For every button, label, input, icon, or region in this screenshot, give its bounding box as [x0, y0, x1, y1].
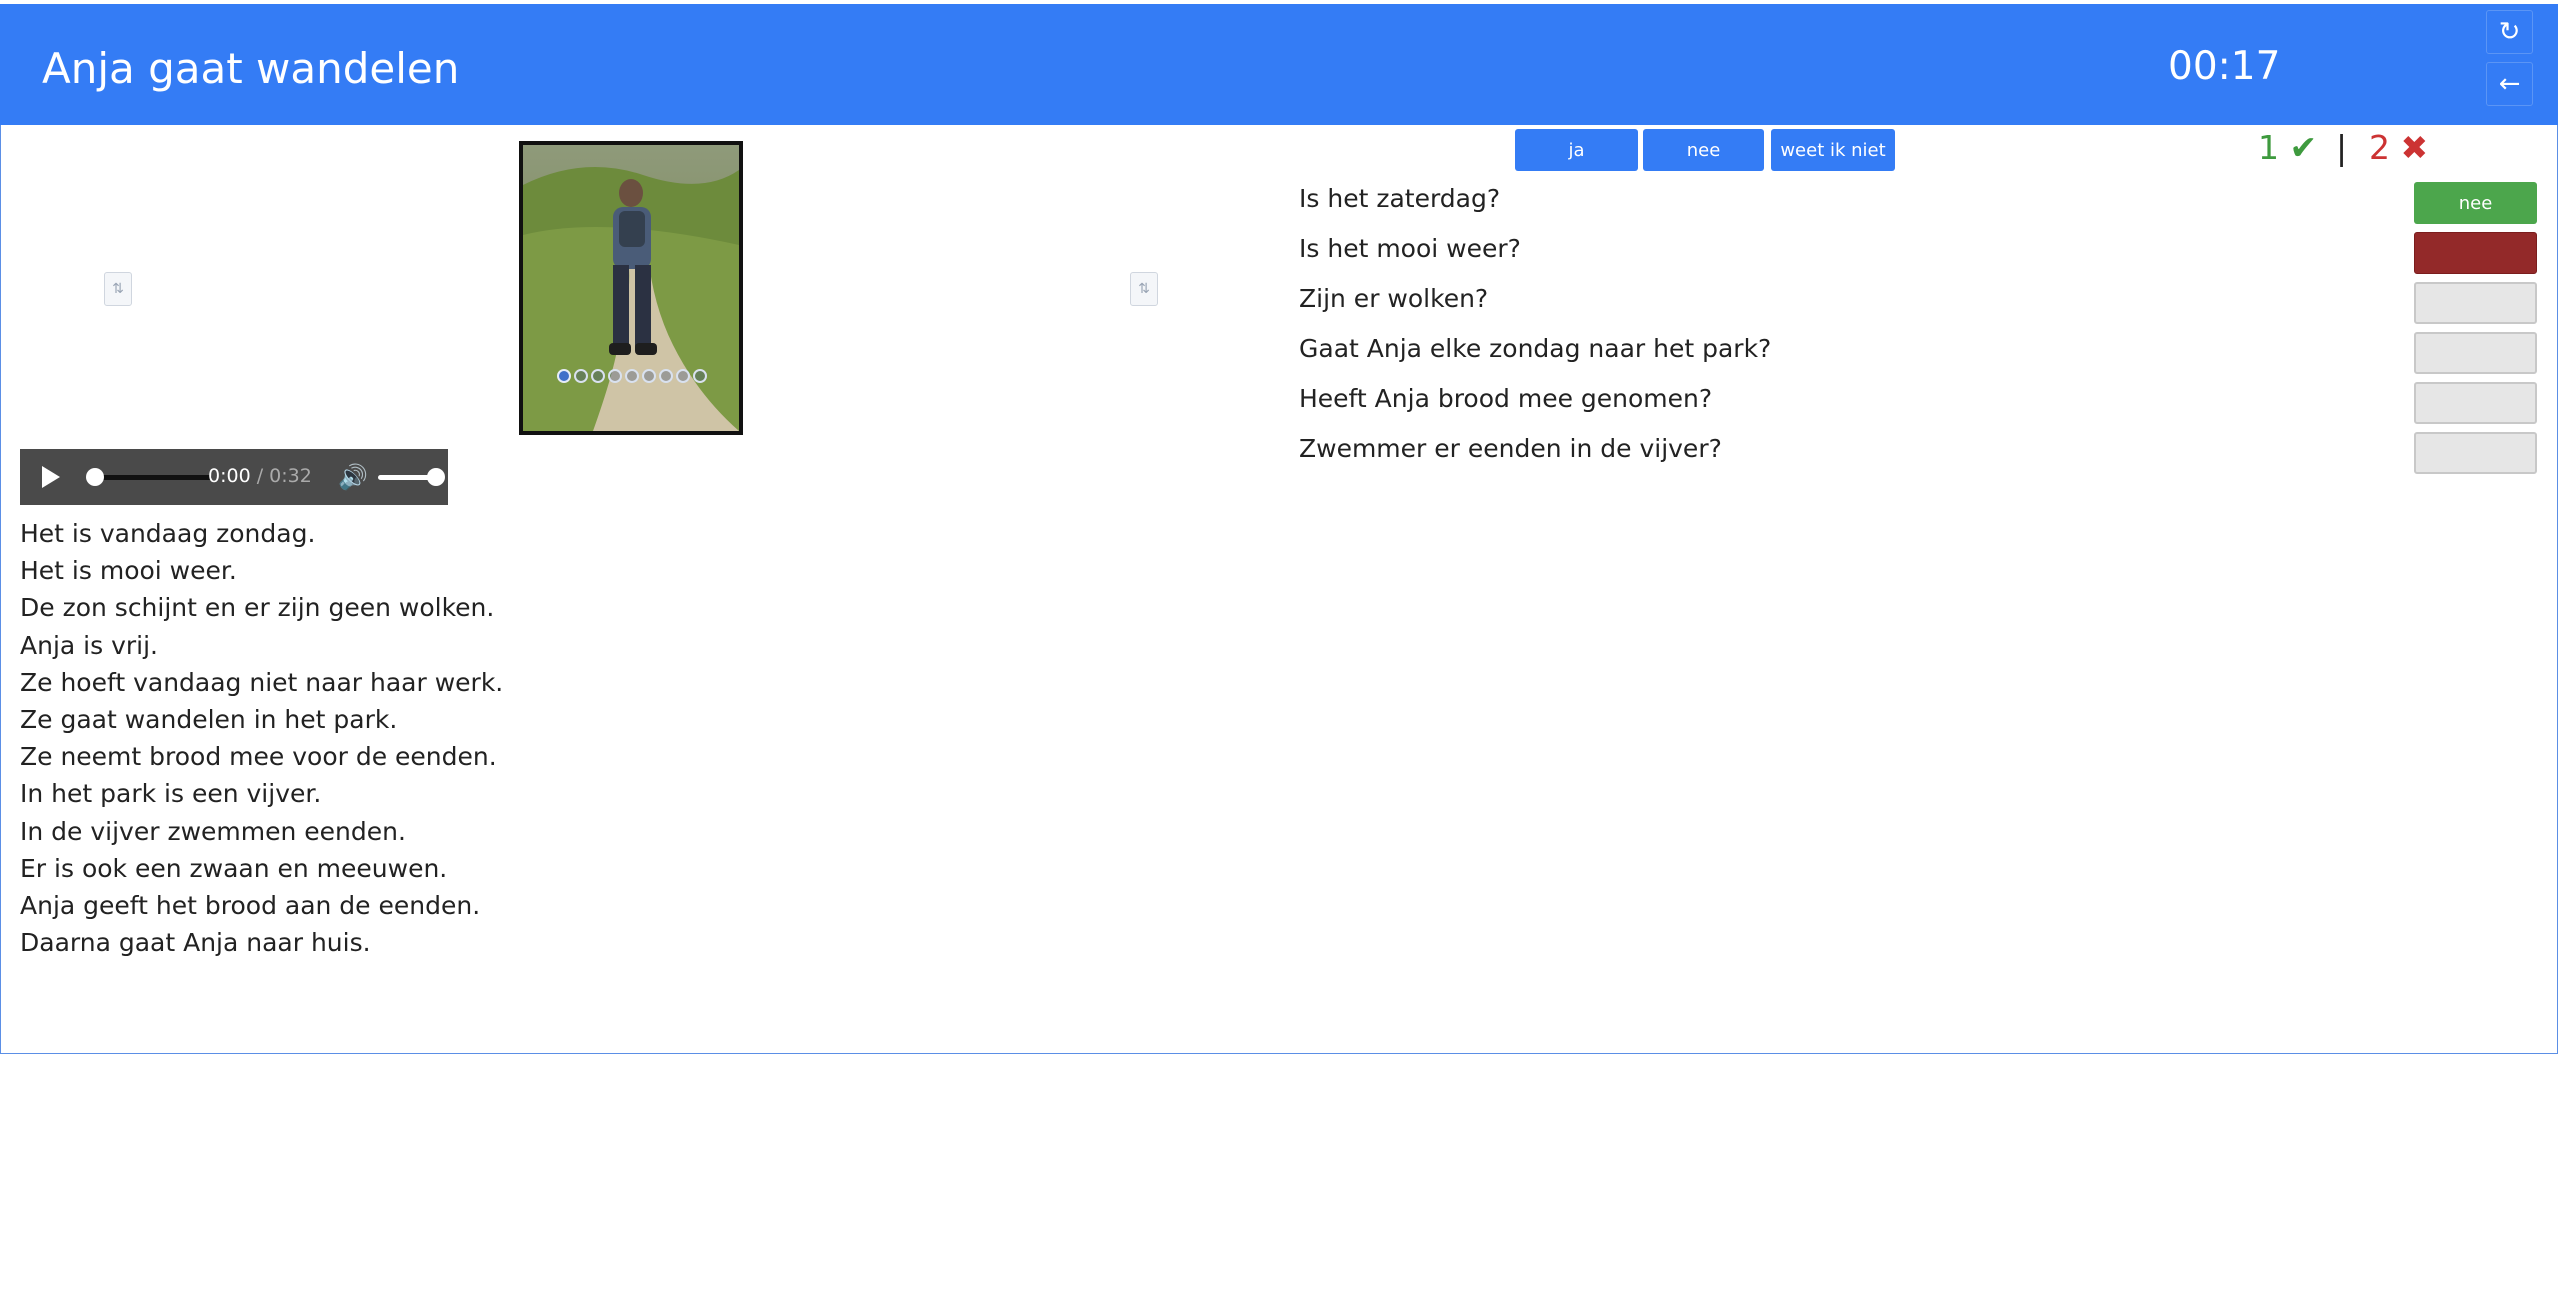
story-line: Er is ook een zwaan en meeuwen. [20, 853, 448, 883]
check-icon: ✔ [2289, 128, 2318, 167]
story-image[interactable] [519, 141, 743, 435]
question-text: Gaat Anja elke zondag naar het park? [1299, 334, 1772, 363]
question-text: Zijn er wolken? [1299, 284, 1489, 313]
audio-progress-handle[interactable] [86, 468, 104, 486]
answer-slot[interactable] [2414, 432, 2537, 474]
story-line: De zon schijnt en er zijn geen wolken. [20, 593, 495, 623]
answer-dont-know-button[interactable]: weet ik niet [1771, 129, 1895, 171]
arrow-left-icon: ← [2498, 69, 2521, 99]
timer: 00:17 [2168, 44, 2281, 89]
audio-time: 0:00 / 0:32 [208, 465, 312, 487]
translate-icon[interactable]: ⇅ [104, 272, 132, 306]
duration: 0:32 [269, 465, 312, 487]
answer-slot[interactable] [2414, 282, 2537, 324]
slider-dot[interactable] [693, 369, 707, 383]
story-line: Het is mooi weer. [20, 556, 237, 586]
audio-progress-track[interactable] [92, 475, 212, 480]
story-line: Ze hoeft vandaag niet naar haar werk. [20, 667, 504, 697]
slider-dot[interactable] [557, 369, 571, 383]
answer-slot[interactable] [2414, 382, 2537, 424]
slider-dots [557, 369, 707, 383]
story-line: Daarna gaat Anja naar huis. [20, 928, 371, 958]
slider-dot[interactable] [642, 369, 656, 383]
correct-count: 1 ✔ [2258, 128, 2317, 167]
question-text: Is het zaterdag? [1299, 184, 1501, 213]
audio-player: 0:00 / 0:32 🔊 [20, 449, 448, 505]
correct-number: 1 [2258, 128, 2279, 167]
answer-yes-button[interactable]: ja [1515, 129, 1638, 171]
story-line: Anja geeft het brood aan de eenden. [20, 891, 481, 921]
slider-dot[interactable] [659, 369, 673, 383]
answer-slot[interactable] [2414, 332, 2537, 374]
play-icon[interactable] [42, 466, 60, 488]
hiker-photo [523, 145, 739, 431]
slider-dot[interactable] [608, 369, 622, 383]
wrong-number: 2 [2369, 128, 2390, 167]
question-text: Zwemmer er eenden in de vijver? [1299, 434, 1722, 463]
header-bar: Anja gaat wandelen 00:17 ↻ ← [0, 4, 2558, 125]
answer-no-button[interactable]: nee [1643, 129, 1764, 171]
volume-icon[interactable]: 🔊 [338, 463, 368, 491]
slider-dot[interactable] [625, 369, 639, 383]
answer-slot[interactable] [2414, 232, 2537, 274]
refresh-icon: ↻ [2498, 17, 2521, 47]
question-text: Heeft Anja brood mee genomen? [1299, 384, 1713, 413]
refresh-button[interactable]: ↻ [2486, 10, 2533, 54]
question-text: Is het mooi weer? [1299, 234, 1521, 263]
volume-handle[interactable] [427, 468, 445, 486]
back-button[interactable]: ← [2486, 62, 2533, 106]
page-title: Anja gaat wandelen [42, 44, 460, 93]
translate-icon[interactable]: ⇅ [1130, 272, 1158, 306]
story-line: Het is vandaag zondag. [20, 519, 316, 548]
wrong-count: 2 ✖ [2369, 128, 2428, 167]
story-text: Het is vandaag zondag. Het is mooi weer.… [20, 515, 503, 961]
slider-dot[interactable] [574, 369, 588, 383]
current-time: 0:00 [208, 465, 251, 487]
story-line: Ze gaat wandelen in het park. [20, 705, 398, 735]
story-line: In het park is een vijver. [20, 779, 322, 809]
story-line: In de vijver zwemmen eenden. [20, 816, 406, 846]
time-separator: / [250, 465, 270, 487]
slider-dot[interactable] [591, 369, 605, 383]
story-line: Ze neemt brood mee voor de eenden. [20, 742, 497, 772]
answer-slot[interactable]: nee [2414, 182, 2537, 224]
cross-icon: ✖ [2400, 128, 2429, 167]
slider-dot[interactable] [676, 369, 690, 383]
story-line: Anja is vrij. [20, 630, 158, 660]
score-separator: | [2336, 128, 2348, 167]
